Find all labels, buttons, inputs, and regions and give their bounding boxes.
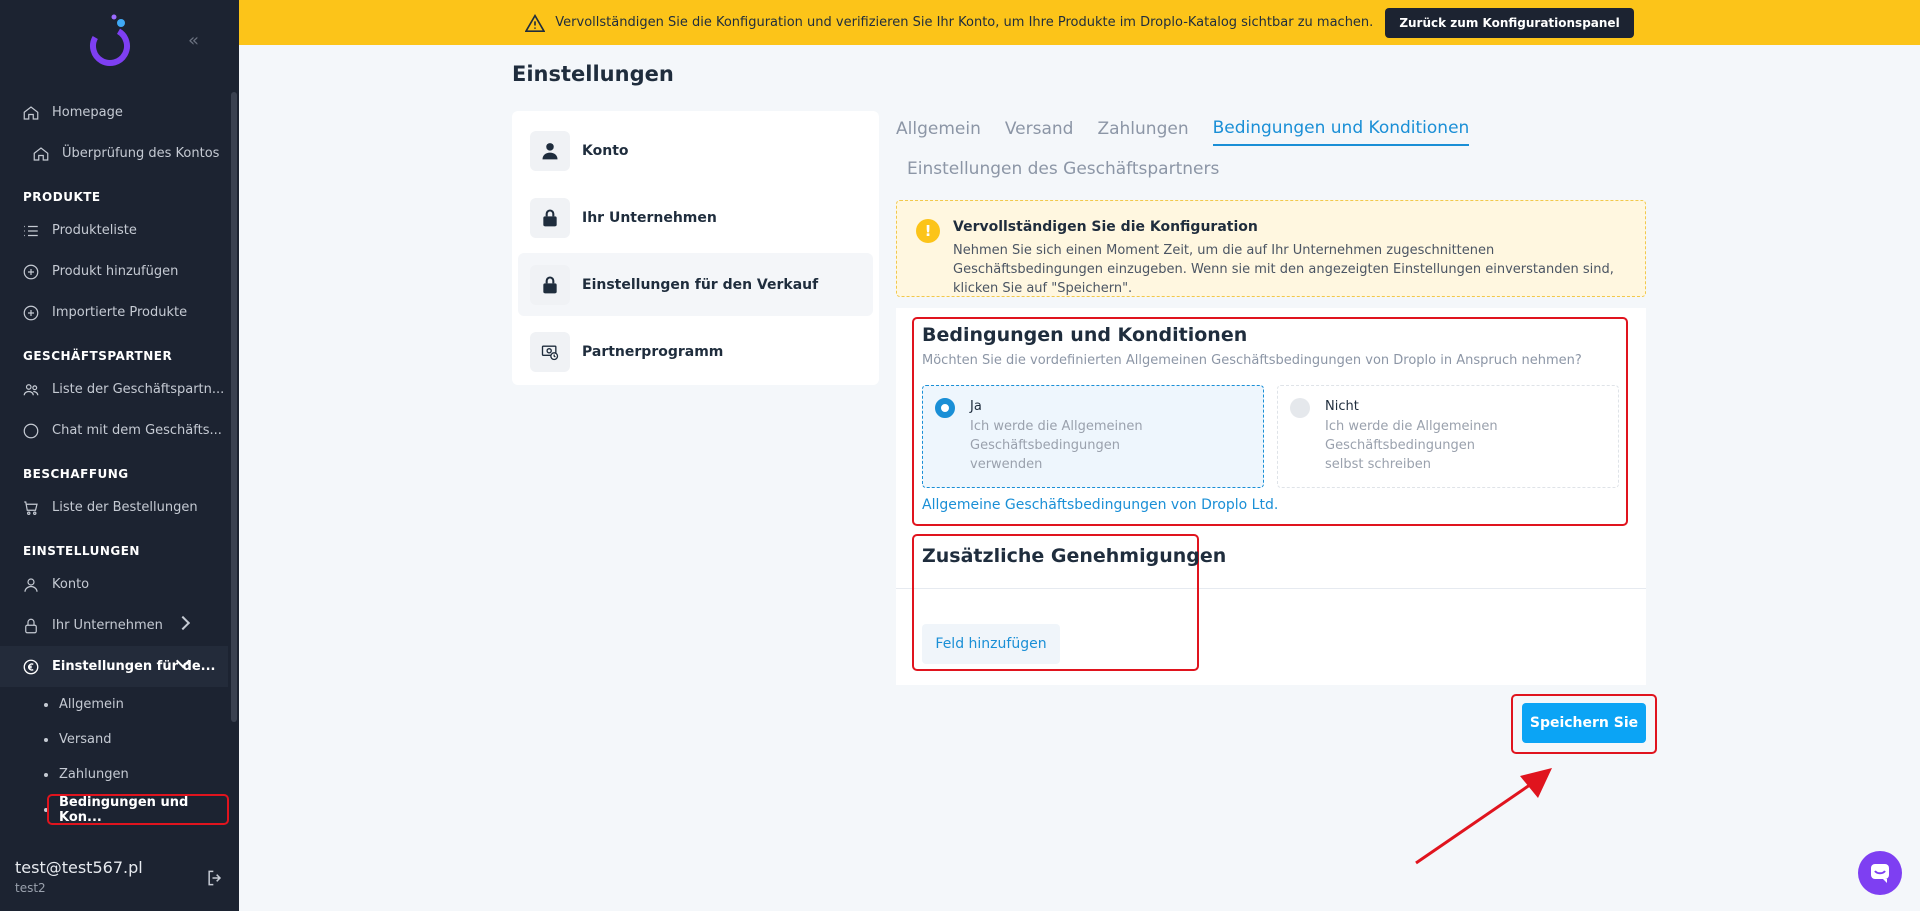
tab-row-2: Einstellungen des Geschäftspartners	[896, 150, 1656, 188]
alert-title: Vervollständigen Sie die Konfiguration	[953, 219, 1258, 235]
lock-icon	[543, 209, 557, 226]
chat-icon	[23, 423, 39, 438]
tab-partner-settings[interactable]: Einstellungen des Geschäftspartners	[907, 153, 1219, 185]
option-no-label: Nicht	[1325, 399, 1359, 414]
sidebar-subitem-allgemein[interactable]: Allgemein	[0, 687, 228, 722]
warning-icon	[525, 13, 546, 32]
config-warning-banner: Vervollständigen Sie die Konfiguration u…	[239, 0, 1920, 45]
tab-terms[interactable]: Bedingungen und Konditionen	[1212, 112, 1470, 146]
sidebar-subitem-zahlungen[interactable]: Zahlungen	[0, 757, 228, 792]
sidebar-item-partner-chat[interactable]: Chat mit dem Geschäfts...	[0, 410, 228, 451]
logout-icon[interactable]	[205, 868, 225, 888]
menu-item-partner-program[interactable]: Partnerprogramm	[518, 320, 873, 383]
option-yes-desc: Ich werde die Allgemeinen Geschäftsbedin…	[970, 419, 1143, 472]
page-title: Einstellungen	[512, 62, 674, 86]
option-yes-label: Ja	[970, 399, 982, 414]
back-to-config-button[interactable]: Zurück zum Konfigurationspanel	[1385, 7, 1634, 38]
sidebar-item-imported-products[interactable]: Importierte Produkte	[0, 292, 228, 333]
tab-allgemein[interactable]: Allgemein	[896, 113, 981, 145]
tab-row: Allgemein Versand Zahlungen Bedingungen …	[896, 110, 1656, 148]
sidebar-subitem-versand[interactable]: Versand	[0, 722, 228, 757]
sidebar-item-product-list[interactable]: Produkteliste	[0, 210, 228, 251]
option-no[interactable]: Nicht Ich werde die Allgemeinen Geschäft…	[1277, 385, 1619, 488]
user-email: test@test567.pl	[15, 858, 143, 877]
chat-widget-button[interactable]	[1858, 851, 1902, 895]
section-beschaffung: BESCHAFFUNG	[23, 467, 129, 481]
home-icon	[23, 105, 39, 120]
partner-icon-box	[530, 331, 570, 372]
menu-item-konto[interactable]: Konto	[518, 119, 873, 182]
banner-text: Vervollständigen Sie die Konfiguration u…	[555, 15, 1374, 30]
sidebar-item-account-verification[interactable]: Überprüfung des Kontos	[0, 133, 228, 174]
add-field-button[interactable]: Feld hinzufügen	[922, 624, 1060, 664]
extra-permissions-title: Zusätzliche Genehmigungen	[922, 545, 1227, 567]
cart-icon	[24, 500, 38, 515]
terms-title: Bedingungen und Konditionen	[922, 324, 1248, 346]
settings-menu: Konto Ihr Unternehmen Einstellungen für …	[512, 111, 879, 385]
user-icon	[542, 142, 558, 159]
sidebar-item-orders[interactable]: Liste der Bestellungen	[0, 487, 228, 528]
lock-icon-box	[530, 197, 570, 238]
section-einstellungen: EINSTELLUNGEN	[23, 544, 140, 558]
collapse-sidebar-icon[interactable]: «	[188, 30, 199, 51]
droplo-terms-link[interactable]: Allgemeine Geschäftsbedingungen von Drop…	[922, 497, 1278, 513]
sidebar-item-partner-list[interactable]: Liste der Geschäftspartn...	[0, 369, 228, 410]
user-icon-box	[530, 130, 570, 171]
settings-tabs: Allgemein Versand Zahlungen Bedingungen …	[896, 110, 1656, 188]
radio-unselected-icon[interactable]	[1290, 398, 1310, 418]
lock-icon-box	[530, 264, 570, 305]
radio-selected-icon[interactable]	[935, 398, 955, 418]
sidebar-item-homepage[interactable]: Homepage	[0, 92, 228, 133]
tab-zahlungen[interactable]: Zahlungen	[1097, 113, 1188, 145]
highlight-box	[47, 794, 229, 825]
sidebar-scrollbar[interactable]	[231, 92, 237, 722]
sidebar-item-sales-settings[interactable]: Einstellungen für de...	[0, 646, 228, 687]
terms-question: Möchten Sie die vordefinierten Allgemein…	[922, 353, 1582, 368]
tab-versand[interactable]: Versand	[1005, 113, 1074, 145]
chevron-right-icon	[175, 615, 191, 631]
home-icon	[33, 146, 49, 161]
exclamation-icon: !	[916, 219, 940, 243]
sidebar-item-company[interactable]: Ihr Unternehmen	[0, 605, 228, 646]
lock-icon	[543, 276, 557, 293]
option-no-desc: Ich werde die Allgemeinen Geschäftsbedin…	[1325, 419, 1498, 472]
alert-text: Nehmen Sie sich einen Moment Zeit, um di…	[953, 243, 1614, 296]
menu-item-company[interactable]: Ihr Unternehmen	[518, 186, 873, 249]
list-icon	[24, 225, 38, 236]
sidebar: « Homepage Überprüfung des Kontos PRODUK…	[0, 0, 239, 911]
sidebar-item-add-product[interactable]: Produkt hinzufügen	[0, 251, 228, 292]
option-yes[interactable]: Ja Ich werde die Allgemeinen Geschäftsbe…	[922, 385, 1264, 488]
euro-icon	[23, 659, 39, 674]
user-icon	[24, 577, 38, 592]
plus-circle-icon	[23, 264, 39, 279]
menu-item-sales-settings[interactable]: Einstellungen für den Verkauf	[518, 253, 873, 316]
sidebar-subitem-terms[interactable]: Bedingungen und Kon...	[0, 792, 229, 827]
config-alert: ! Vervollständigen Sie die Konfiguration…	[896, 200, 1646, 297]
lock-icon	[25, 618, 37, 633]
save-button[interactable]: Speichern Sie	[1522, 703, 1646, 743]
user-info: test@test567.pl test2	[15, 858, 143, 895]
users-icon	[23, 383, 39, 395]
section-produkte: PRODUKTE	[23, 190, 101, 204]
user-name: test2	[15, 881, 46, 895]
plus-circle-icon	[23, 305, 39, 320]
droplo-logo[interactable]	[88, 14, 132, 68]
sidebar-nav: Homepage Überprüfung des Kontos PRODUKTE…	[0, 92, 229, 827]
section-geschaeftspartner: GESCHÄFTSPARTNER	[23, 349, 173, 363]
chat-bubble-icon	[1871, 864, 1889, 883]
money-clock-icon	[541, 345, 559, 360]
annotation-arrow-icon	[1415, 768, 1552, 865]
sidebar-item-konto[interactable]: Konto	[0, 564, 228, 605]
